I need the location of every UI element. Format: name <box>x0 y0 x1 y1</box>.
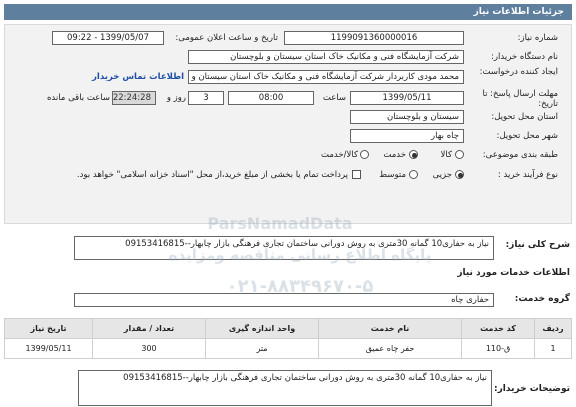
services-info-title: اطلاعات خدمات مورد نیاز <box>457 268 570 278</box>
watermark-line-1: پایگاه اطلاع رسانی مناقصه ومزایده <box>168 246 432 264</box>
services-table: ردیف کد خدمت نام خدمت واحد اندازه گیری ت… <box>4 318 572 359</box>
process-medium-radio[interactable] <box>409 170 418 179</box>
remaining-time-field: 22:24:28 <box>112 91 156 105</box>
remaining-days-field: 3 <box>188 91 224 105</box>
creator-label: ایجاد کننده درخواست: <box>479 67 558 77</box>
cell-row-number: 1 <box>534 338 572 359</box>
need-number-label: شماره نیاز: <box>517 33 558 43</box>
col-header-unit: واحد اندازه گیری <box>205 318 319 339</box>
category-service-radio[interactable] <box>409 150 418 159</box>
col-header-service-code: کد خدمت <box>461 318 535 339</box>
col-header-quantity: تعداد / مقدار <box>92 318 206 339</box>
service-group-label: گروه خدمت: <box>514 294 570 304</box>
buyer-contact-link[interactable]: اطلاعات تماس خریدار <box>80 72 184 82</box>
announce-date-field[interactable]: 1399/05/07 - 09:22 <box>52 31 164 45</box>
delivery-city-label: شهر محل تحویل: <box>496 131 558 141</box>
watermark-line-2: ۰۲۱-۸۸۳۴۹۶۷۰-۵ <box>226 276 374 297</box>
delivery-city-field[interactable]: چاه بهار <box>350 129 464 143</box>
need-number-field[interactable]: 1199091360000016 <box>284 31 464 45</box>
category-both-label: کالا/خدمت <box>321 150 358 160</box>
watermark-line-3: ParsNamadData <box>207 214 353 233</box>
delivery-province-field[interactable]: سیستان و بلوچستان <box>350 110 464 124</box>
treasury-payment-note: پرداخت تمام یا بخشی از مبلغ خرید،از محل … <box>76 170 348 180</box>
category-goods-radio[interactable] <box>455 150 464 159</box>
deadline-label: مهلت ارسال پاسخ: تا تاریخ: <box>482 89 558 109</box>
deadline-date-field[interactable]: 1399/05/11 <box>350 91 464 105</box>
remaining-days-label: روز و <box>166 93 186 103</box>
cell-unit: متر <box>205 338 319 359</box>
cell-service-name: حفر چاه عمیق <box>318 338 462 359</box>
cell-service-code: ق-110 <box>461 338 535 359</box>
need-details-page: جزئیات اطلاعات نیاز شماره نیاز: 11990913… <box>0 0 576 407</box>
treasury-payment-checkbox[interactable] <box>352 170 361 179</box>
buyer-notes-label: توضیحات خریدار: <box>494 384 570 394</box>
category-goods-label: کالا <box>440 150 452 160</box>
table-header-row: ردیف کد خدمت نام خدمت واحد اندازه گیری ت… <box>4 318 572 339</box>
process-minor-label: جزیی <box>432 170 452 180</box>
page-header: جزئیات اطلاعات نیاز <box>4 4 572 20</box>
process-label: نوع فرآیند خرید : <box>497 170 558 180</box>
delivery-province-label: استان محل تحویل: <box>491 112 558 122</box>
col-header-row-number: ردیف <box>534 318 572 339</box>
cell-quantity: 300 <box>92 338 206 359</box>
col-header-need-date: تاریخ نیاز <box>4 318 93 339</box>
col-header-service-name: نام خدمت <box>318 318 462 339</box>
category-both-radio[interactable] <box>360 150 369 159</box>
process-medium-label: متوسط <box>379 170 406 180</box>
creator-field[interactable]: محمد مودی کاربردار شرکت آزمایشگاه فنی و … <box>188 70 464 84</box>
page-title: جزئیات اطلاعات نیاز <box>473 7 564 17</box>
deadline-time-field[interactable]: 08:00 <box>228 91 314 105</box>
buyer-notes-text: نیاز به حفاری10 گمانه 30متری به روش دورا… <box>78 370 492 406</box>
summary-label: شرح کلی نیاز: <box>505 240 570 250</box>
deadline-time-label: ساعت <box>322 93 346 103</box>
announce-date-label: تاریخ و ساعت اعلان عمومی: <box>175 33 278 43</box>
buyer-label: نام دستگاه خریدار: <box>491 52 558 62</box>
buyer-field[interactable]: شرکت آزمایشگاه فنی و مکانیک خاک استان سی… <box>188 50 464 64</box>
category-service-label: خدمت <box>383 150 406 160</box>
process-minor-radio[interactable] <box>455 170 464 179</box>
remaining-time-label: ساعت باقی مانده <box>46 93 110 103</box>
cell-need-date: 1399/05/11 <box>4 338 93 359</box>
table-row: 1 ق-110 حفر چاه عمیق متر 300 1399/05/11 <box>4 338 572 359</box>
category-label: طبقه بندی موضوعی: <box>482 150 558 160</box>
